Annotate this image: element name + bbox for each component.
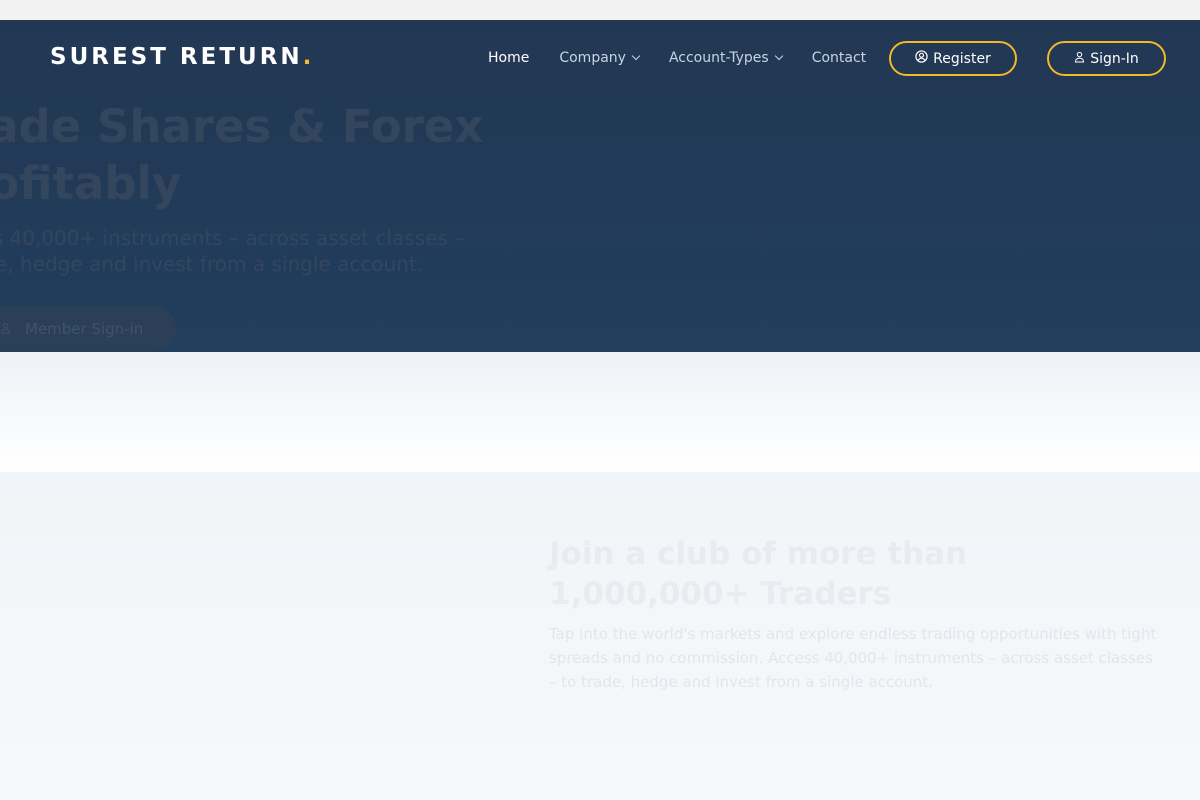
nav-item-account-types[interactable]: Account-Types <box>668 50 783 66</box>
hero-subtitle-line: ade, hedge and invest from a single acco… <box>0 252 424 276</box>
sign-in-label: Sign-In <box>1090 50 1139 67</box>
chevron-down-icon <box>774 51 783 61</box>
nav-item-contact[interactable]: Contact <box>812 50 866 66</box>
section-divider <box>0 352 1200 472</box>
main-nav: Home Company Account-Types Contact <box>488 50 896 66</box>
hero-title: rade Shares & Forex rofitably <box>0 98 526 212</box>
register-button[interactable]: Register <box>889 41 1017 76</box>
sign-in-button[interactable]: Sign-In <box>1047 41 1166 76</box>
nav-item-label: Account-Types <box>668 50 769 66</box>
brand-name: SUREST RETURN <box>50 44 303 70</box>
club-section: Join a club of more than 1,000,000+ Trad… <box>0 472 1200 800</box>
chevron-down-icon <box>631 51 641 61</box>
club-description: Tap into the world's markets and explore… <box>549 625 1157 691</box>
brand-logo[interactable]: SUREST RETURN. <box>50 44 314 70</box>
member-sign-in-button[interactable]: Member Sign-in <box>0 306 176 351</box>
hero-section: SUREST RETURN. Home Company Account-Type… <box>0 20 1200 352</box>
hero-subtitle-line: ess 40,000+ instruments – across asset c… <box>0 226 465 250</box>
nav-item-home[interactable]: Home <box>488 50 529 66</box>
nav-item-company[interactable]: Company <box>559 50 641 66</box>
member-sign-in-label: Member Sign-in <box>25 319 144 338</box>
user-circle-icon <box>915 50 928 67</box>
hero-subtitle: ess 40,000+ instruments – across asset c… <box>0 225 510 277</box>
hero-title-line: rofitably <box>0 157 182 210</box>
nav-item-label: Contact <box>811 50 867 66</box>
nav-item-label: Company <box>559 50 626 66</box>
user-icon <box>0 320 11 338</box>
browser-top-strip <box>0 0 1200 20</box>
club-title: Join a club of more than 1,000,000+ Trad… <box>549 536 968 612</box>
user-icon <box>1074 51 1085 67</box>
nav-item-label: Home <box>488 50 530 66</box>
register-label: Register <box>933 50 991 67</box>
brand-dot: . <box>302 44 315 70</box>
hero-title-line: rade Shares & Forex <box>0 100 484 153</box>
